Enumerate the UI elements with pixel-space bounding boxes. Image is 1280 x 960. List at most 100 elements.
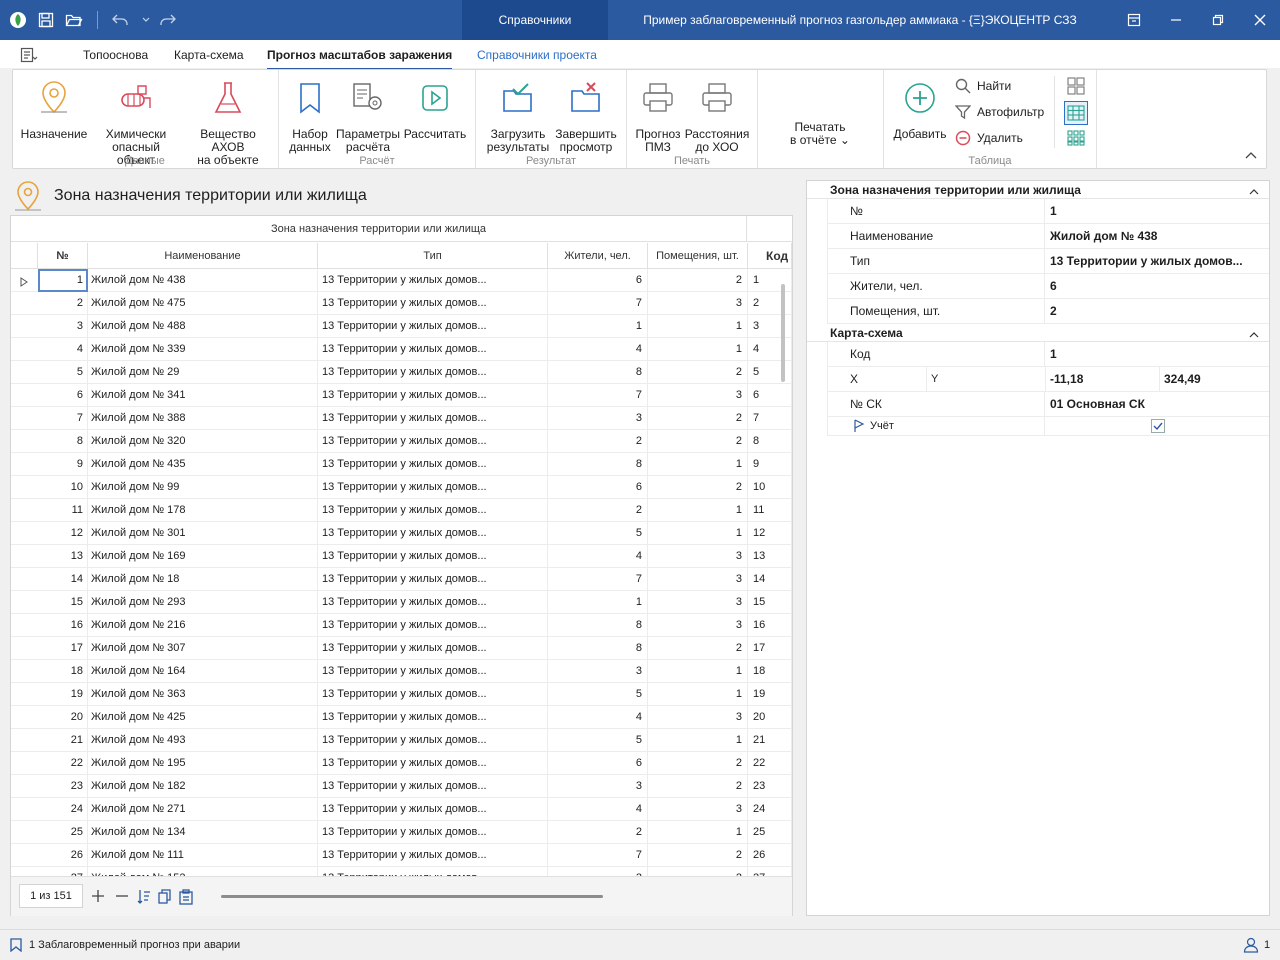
cell-rooms[interactable]: 3 — [648, 706, 748, 729]
prop-x-value[interactable]: -11,18 — [1046, 367, 1083, 392]
cell-num[interactable]: 8 — [38, 430, 88, 453]
chemical-object-button[interactable]: Химически опасный объект — [93, 78, 179, 167]
cell-name[interactable]: Жилой дом № 425 — [88, 706, 318, 729]
cell-residents[interactable]: 4 — [548, 706, 648, 729]
grid-view-icon[interactable] — [1067, 77, 1085, 98]
cell-name[interactable]: Жилой дом № 152 — [88, 867, 318, 876]
cell-code[interactable]: 16 — [748, 614, 792, 637]
cell-code[interactable]: 3 — [748, 315, 792, 338]
calculate-button[interactable]: Рассчитать — [403, 78, 467, 141]
cell-residents[interactable]: 7 — [548, 384, 648, 407]
cell-code[interactable]: 6 — [748, 384, 792, 407]
prop-code-value[interactable]: 1 — [1046, 342, 1057, 367]
cell-code[interactable]: 14 — [748, 568, 792, 591]
tab-contamination-forecast[interactable]: Прогноз масштабов заражения — [267, 48, 453, 70]
cell-type[interactable]: 13 Территории у жилых домов... — [318, 338, 548, 361]
cell-num[interactable]: 25 — [38, 821, 88, 844]
assign-button[interactable]: Назначение — [21, 78, 87, 141]
remove-row-icon[interactable] — [115, 889, 129, 906]
cell-type[interactable]: 13 Территории у жилых домов... — [318, 269, 548, 292]
table-row[interactable]: 14 Жилой дом № 18 13 Территории у жилых до… — [11, 568, 792, 591]
table-row[interactable]: 20 Жилой дом № 425 13 Территории у жилых д… — [11, 706, 792, 729]
cell-name[interactable]: Жилой дом № 493 — [88, 729, 318, 752]
cell-name[interactable]: Жилой дом № 339 — [88, 338, 318, 361]
table-row[interactable]: 19 Жилой дом № 363 13 Территории у жилых д… — [11, 683, 792, 706]
table-row[interactable]: 22 Жилой дом № 195 13 Территории у жилых д… — [11, 752, 792, 775]
cell-name[interactable]: Жилой дом № 182 — [88, 775, 318, 798]
ribbon-display-options-icon[interactable] — [1124, 10, 1144, 30]
cell-residents[interactable]: 8 — [548, 361, 648, 384]
cell-name[interactable]: Жилой дом № 18 — [88, 568, 318, 591]
cell-num[interactable]: 16 — [38, 614, 88, 637]
cell-name[interactable]: Жилой дом № 363 — [88, 683, 318, 706]
cell-num[interactable]: 23 — [38, 775, 88, 798]
prop-name-value[interactable]: Жилой дом № 438 — [1046, 224, 1157, 249]
cell-code[interactable]: 27 — [748, 867, 792, 876]
cell-num[interactable]: 3 — [38, 315, 88, 338]
cell-type[interactable]: 13 Территории у жилых домов... — [318, 821, 548, 844]
cell-name[interactable]: Жилой дом № 307 — [88, 637, 318, 660]
cell-num[interactable]: 17 — [38, 637, 88, 660]
cell-rooms[interactable]: 3 — [648, 798, 748, 821]
cell-rooms[interactable]: 2 — [648, 361, 748, 384]
cell-residents[interactable]: 3 — [548, 407, 648, 430]
cell-num[interactable]: 10 — [38, 476, 88, 499]
cell-num[interactable]: 1 — [38, 269, 88, 292]
cell-num[interactable]: 6 — [38, 384, 88, 407]
pager-indicator[interactable]: 1 из 151 — [19, 884, 83, 908]
cell-type[interactable]: 13 Территории у жилых домов... — [318, 798, 548, 821]
prop-sk-value[interactable]: 01 Основная СК — [1046, 392, 1145, 417]
cell-rooms[interactable]: 3 — [648, 545, 748, 568]
table-view-icon[interactable] — [1064, 101, 1088, 125]
cell-residents[interactable]: 8 — [548, 637, 648, 660]
cell-code[interactable]: 11 — [748, 499, 792, 522]
cell-code[interactable]: 20 — [748, 706, 792, 729]
cell-type[interactable]: 13 Территории у жилых домов... — [318, 568, 548, 591]
cell-rooms[interactable]: 2 — [648, 775, 748, 798]
ahov-substance-button[interactable]: Вещество АХОВ на объекте — [185, 78, 271, 167]
forecast-pmz-button[interactable]: Прогноз ПМЗ — [633, 78, 683, 154]
table-row[interactable]: 3 Жилой дом № 488 13 Территории у жилых до… — [11, 315, 792, 338]
table-row[interactable]: 24 Жилой дом № 271 13 Территории у жилых д… — [11, 798, 792, 821]
copy-icon[interactable] — [158, 889, 172, 908]
find-button[interactable]: Найти — [955, 78, 1011, 94]
cell-code[interactable]: 18 — [748, 660, 792, 683]
cell-type[interactable]: 13 Территории у жилых домов... — [318, 637, 548, 660]
cell-num[interactable]: 11 — [38, 499, 88, 522]
cell-rooms[interactable]: 1 — [648, 499, 748, 522]
cell-rooms[interactable]: 2 — [648, 430, 748, 453]
cell-type[interactable]: 13 Территории у жилых домов... — [318, 430, 548, 453]
table-row[interactable]: 10 Жилой дом № 99 13 Территории у жилых до… — [11, 476, 792, 499]
cell-residents[interactable]: 8 — [548, 614, 648, 637]
prop-y-value[interactable]: 324,49 — [1160, 367, 1201, 392]
column-header-name[interactable]: Наименование — [88, 243, 318, 269]
collapse-section-icon[interactable] — [1249, 185, 1259, 199]
cell-rooms[interactable]: 2 — [648, 867, 748, 876]
cell-num[interactable]: 12 — [38, 522, 88, 545]
add-button[interactable]: Добавить — [891, 78, 949, 141]
cell-num[interactable]: 27 — [38, 867, 88, 876]
cell-residents[interactable]: 1 — [548, 591, 648, 614]
cell-type[interactable]: 13 Территории у жилых домов... — [318, 775, 548, 798]
cell-type[interactable]: 13 Территории у жилых домов... — [318, 292, 548, 315]
cell-rooms[interactable]: 3 — [648, 591, 748, 614]
cell-name[interactable]: Жилой дом № 341 — [88, 384, 318, 407]
cell-type[interactable]: 13 Территории у жилых домов... — [318, 499, 548, 522]
clipboard-icon[interactable] — [179, 889, 193, 908]
cell-rooms[interactable]: 2 — [648, 844, 748, 867]
cell-rooms[interactable]: 1 — [648, 522, 748, 545]
cell-code[interactable]: 10 — [748, 476, 792, 499]
cell-code[interactable]: 21 — [748, 729, 792, 752]
table-row[interactable]: 25 Жилой дом № 134 13 Территории у жилых д… — [11, 821, 792, 844]
cell-type[interactable]: 13 Территории у жилых домов... — [318, 384, 548, 407]
cell-name[interactable]: Жилой дом № 216 — [88, 614, 318, 637]
table-row[interactable]: 13 Жилой дом № 169 13 Территории у жилых д… — [11, 545, 792, 568]
cell-code[interactable]: 7 — [748, 407, 792, 430]
table-row[interactable]: 5 Жилой дом № 29 13 Территории у жилых дом… — [11, 361, 792, 384]
cell-rooms[interactable]: 2 — [648, 476, 748, 499]
cell-code[interactable]: 5 — [748, 361, 792, 384]
cell-rooms[interactable]: 2 — [648, 637, 748, 660]
print-in-report-button[interactable]: Печатать в отчёте ⌄ — [775, 121, 865, 147]
cell-code[interactable]: 13 — [748, 545, 792, 568]
cell-residents[interactable]: 6 — [548, 476, 648, 499]
